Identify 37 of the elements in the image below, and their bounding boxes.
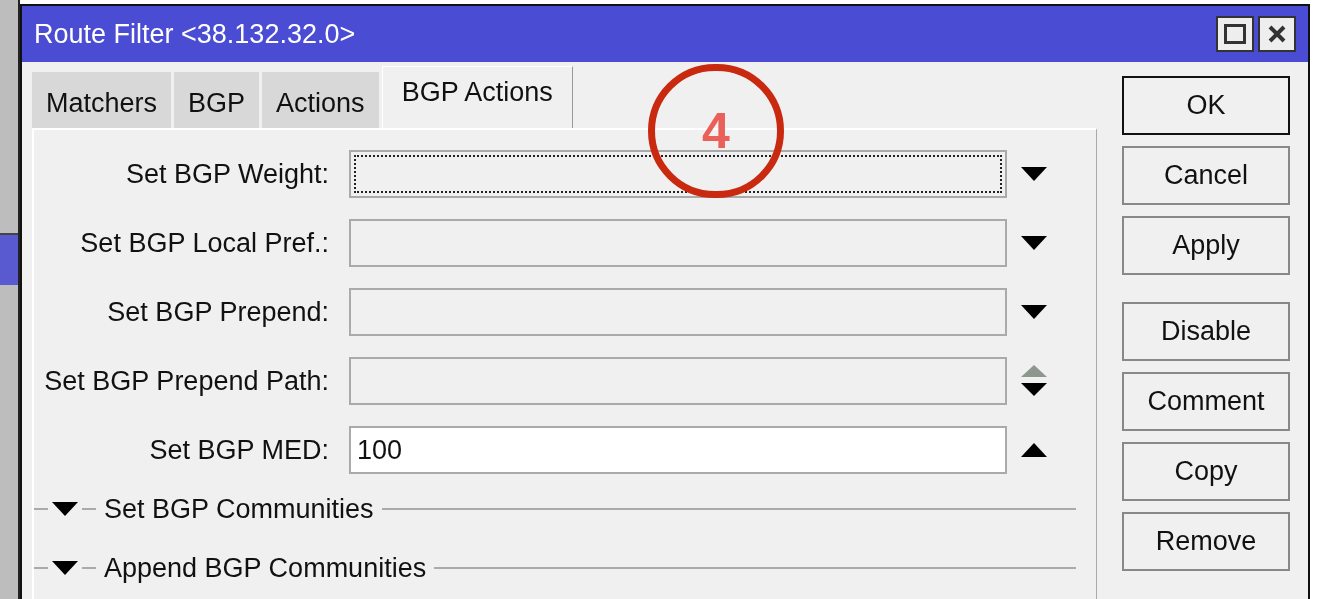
close-button[interactable] xyxy=(1258,16,1296,52)
tab[interactable]: Matchers xyxy=(32,72,172,128)
field-label: Set BGP MED: xyxy=(148,433,330,467)
maximize-icon xyxy=(1224,24,1246,44)
callout-number: 4 xyxy=(702,101,730,161)
dialog-button[interactable]: Remove xyxy=(1122,512,1290,571)
field-label: Set BGP Prepend Path: xyxy=(43,364,330,398)
dialog-button[interactable]: Apply xyxy=(1122,216,1290,275)
maximize-button[interactable] xyxy=(1216,16,1254,52)
dropdown-arrow-icon[interactable] xyxy=(1021,167,1047,181)
dialog-button[interactable]: Copy xyxy=(1122,442,1290,501)
tab[interactable]: BGP Actions xyxy=(381,66,573,128)
dialog-button[interactable]: Cancel xyxy=(1122,146,1290,205)
tab[interactable]: Actions xyxy=(262,72,379,128)
input-field[interactable]: 100 xyxy=(349,426,1007,474)
dropdown-arrow-icon[interactable] xyxy=(1021,236,1047,250)
field-label: Set BGP Weight: xyxy=(124,157,330,191)
expand-arrow-icon[interactable] xyxy=(52,560,78,575)
input-field[interactable] xyxy=(349,288,1007,336)
field-label: Set BGP Prepend: xyxy=(106,295,330,329)
up-down-arrows-icon[interactable] xyxy=(1021,363,1047,399)
section-header[interactable]: Append BGP Communities xyxy=(96,547,435,588)
collapse-arrow-icon[interactable] xyxy=(1021,443,1047,457)
expand-arrow-icon[interactable] xyxy=(52,502,78,517)
section-header[interactable]: Set BGP Communities xyxy=(96,489,382,530)
dropdown-arrow-icon[interactable] xyxy=(1021,305,1047,319)
input-field[interactable] xyxy=(349,357,1007,405)
window-title: Route Filter <38.132.32.0> xyxy=(34,17,356,51)
close-icon xyxy=(1268,25,1286,43)
dialog-button[interactable]: Comment xyxy=(1122,372,1290,431)
tab[interactable]: BGP xyxy=(174,72,260,128)
input-field[interactable] xyxy=(349,150,1007,198)
input-field[interactable] xyxy=(349,219,1007,267)
field-label: Set BGP Local Pref.: xyxy=(79,226,330,260)
dialog-button[interactable]: OK xyxy=(1122,76,1290,135)
dialog-button[interactable]: Disable xyxy=(1122,302,1290,361)
field-value: 100 xyxy=(357,433,403,467)
